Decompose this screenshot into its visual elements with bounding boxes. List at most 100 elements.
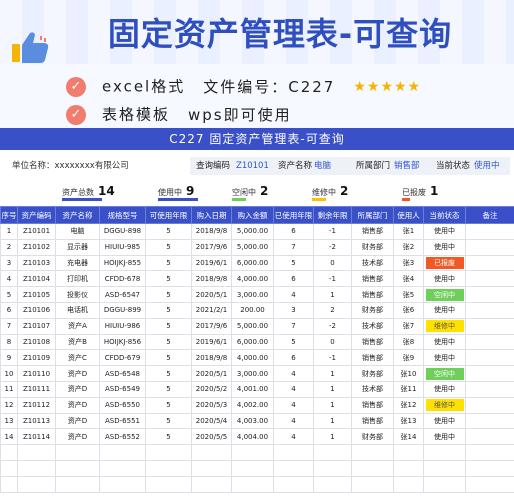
- table-cell[interactable]: 维修中: [423, 396, 466, 414]
- table-cell[interactable]: 200.00: [231, 301, 274, 319]
- table-cell[interactable]: [17, 459, 56, 477]
- table-cell[interactable]: 5: [145, 223, 192, 240]
- table-cell[interactable]: [465, 270, 514, 288]
- table-cell[interactable]: 2020/5/1: [191, 286, 232, 303]
- table-cell[interactable]: 资产D: [55, 428, 100, 446]
- table-cell[interactable]: -1: [313, 270, 352, 288]
- table-cell[interactable]: 4: [273, 380, 314, 398]
- table-cell[interactable]: ASD-6547: [99, 286, 146, 303]
- table-cell[interactable]: [465, 223, 514, 240]
- table-cell[interactable]: 充电器: [55, 254, 100, 272]
- table-cell[interactable]: 销售部: [351, 223, 394, 240]
- table-cell[interactable]: 投影仪: [55, 286, 100, 303]
- table-cell[interactable]: [191, 444, 232, 461]
- table-cell[interactable]: [273, 444, 314, 461]
- table-cell[interactable]: 2: [313, 301, 352, 319]
- table-cell[interactable]: Z10114: [17, 428, 56, 446]
- table-cell[interactable]: 6: [273, 223, 314, 240]
- table-cell[interactable]: Z10103: [17, 254, 56, 272]
- table-cell[interactable]: 5: [145, 428, 192, 446]
- table-cell[interactable]: [0, 459, 18, 477]
- table-cell[interactable]: [313, 475, 352, 493]
- table-cell[interactable]: 使用中: [423, 238, 466, 256]
- table-cell[interactable]: 2018/9/8: [191, 223, 232, 240]
- table-cell[interactable]: [145, 444, 192, 461]
- table-cell[interactable]: 6: [273, 270, 314, 288]
- table-cell[interactable]: 销售部: [351, 349, 394, 367]
- table-cell[interactable]: 张4: [393, 270, 424, 288]
- table-cell[interactable]: [465, 475, 514, 493]
- table-cell[interactable]: 4: [0, 270, 18, 288]
- query-code-input[interactable]: Z10101: [236, 157, 269, 175]
- table-cell[interactable]: 张2: [393, 238, 424, 256]
- table-cell[interactable]: [55, 459, 100, 477]
- table-cell[interactable]: [55, 475, 100, 493]
- table-cell[interactable]: [465, 412, 514, 430]
- table-cell[interactable]: [465, 396, 514, 414]
- table-cell[interactable]: [55, 444, 100, 461]
- table-cell[interactable]: [313, 444, 352, 461]
- table-cell[interactable]: 8: [0, 333, 18, 351]
- table-cell[interactable]: [465, 317, 514, 335]
- table-cell[interactable]: 0: [313, 254, 352, 272]
- table-cell[interactable]: 2019/6/1: [191, 333, 232, 351]
- table-cell[interactable]: 空闲中: [423, 365, 466, 382]
- table-cell[interactable]: 5: [145, 301, 192, 319]
- table-cell[interactable]: 5: [145, 380, 192, 398]
- table-cell[interactable]: 6: [273, 349, 314, 367]
- table-cell[interactable]: 资产A: [55, 317, 100, 335]
- table-cell[interactable]: 财务部: [351, 301, 394, 319]
- table-cell[interactable]: 资产C: [55, 349, 100, 367]
- table-cell[interactable]: 张6: [393, 301, 424, 319]
- table-cell[interactable]: [465, 301, 514, 319]
- table-cell[interactable]: 5: [145, 349, 192, 367]
- table-cell[interactable]: 5: [145, 270, 192, 288]
- table-cell[interactable]: [273, 459, 314, 477]
- table-cell[interactable]: Z10104: [17, 270, 56, 288]
- table-cell[interactable]: [99, 459, 146, 477]
- table-cell[interactable]: 电话机: [55, 301, 100, 319]
- table-cell[interactable]: 5: [145, 254, 192, 272]
- table-cell[interactable]: Z10101: [17, 223, 56, 240]
- table-cell[interactable]: 销售部: [351, 412, 394, 430]
- table-cell[interactable]: 5: [145, 365, 192, 382]
- table-cell[interactable]: 5: [145, 286, 192, 303]
- table-cell[interactable]: 4,000.00: [231, 349, 274, 367]
- table-cell[interactable]: 2018/9/8: [191, 349, 232, 367]
- table-cell[interactable]: 11: [0, 380, 18, 398]
- table-cell[interactable]: 使用中: [423, 223, 466, 240]
- table-cell[interactable]: [0, 475, 18, 493]
- table-cell[interactable]: 张5: [393, 286, 424, 303]
- table-cell[interactable]: HOIJKJ-855: [99, 254, 146, 272]
- table-cell[interactable]: -1: [313, 223, 352, 240]
- table-cell[interactable]: Z10111: [17, 380, 56, 398]
- table-cell[interactable]: Z10108: [17, 333, 56, 351]
- table-cell[interactable]: [191, 475, 232, 493]
- table-cell[interactable]: 2017/9/6: [191, 317, 232, 335]
- table-cell[interactable]: 财务部: [351, 365, 394, 382]
- table-cell[interactable]: 张12: [393, 396, 424, 414]
- table-cell[interactable]: -2: [313, 317, 352, 335]
- table-cell[interactable]: [145, 475, 192, 493]
- table-cell[interactable]: 张13: [393, 412, 424, 430]
- table-cell[interactable]: -2: [313, 238, 352, 256]
- table-cell[interactable]: 显示器: [55, 238, 100, 256]
- table-cell[interactable]: 7: [0, 317, 18, 335]
- table-cell[interactable]: 7: [273, 317, 314, 335]
- table-cell[interactable]: 2021/2/1: [191, 301, 232, 319]
- table-cell[interactable]: HIUIU-985: [99, 238, 146, 256]
- table-cell[interactable]: 销售部: [351, 270, 394, 288]
- table-cell[interactable]: 6,000.00: [231, 254, 274, 272]
- table-cell[interactable]: [313, 459, 352, 477]
- table-cell[interactable]: [231, 475, 274, 493]
- table-cell[interactable]: 12: [0, 396, 18, 414]
- table-cell[interactable]: [17, 444, 56, 461]
- table-cell[interactable]: [465, 238, 514, 256]
- table-cell[interactable]: 空闲中: [423, 286, 466, 303]
- table-cell[interactable]: Z10107: [17, 317, 56, 335]
- table-cell[interactable]: 使用中: [423, 412, 466, 430]
- table-cell[interactable]: [0, 444, 18, 461]
- table-cell[interactable]: -1: [313, 349, 352, 367]
- table-cell[interactable]: 0: [313, 333, 352, 351]
- table-cell[interactable]: [393, 475, 424, 493]
